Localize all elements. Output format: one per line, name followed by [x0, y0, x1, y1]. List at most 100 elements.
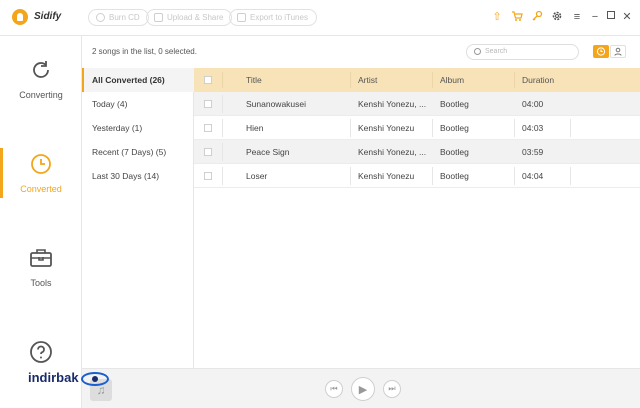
- sidebar-item-converting[interactable]: Converting: [0, 52, 82, 112]
- column-header-artist[interactable]: Artist: [358, 68, 377, 92]
- song-album: Bootleg: [440, 171, 469, 181]
- table-row[interactable]: Loser Kenshi Yonezu Bootleg 04:04: [194, 164, 640, 188]
- cell-divider: [570, 119, 571, 137]
- user-view-button[interactable]: [610, 45, 626, 58]
- burn-cd-label: Burn CD: [109, 13, 140, 22]
- filter-all-converted[interactable]: All Converted (26): [82, 68, 194, 92]
- export-itunes-label: Export to iTunes: [250, 13, 308, 22]
- cell-divider: [222, 119, 223, 137]
- column-divider: [350, 72, 351, 88]
- export-itunes-button[interactable]: Export to iTunes: [229, 9, 317, 26]
- previous-icon: ⏮: [330, 384, 338, 393]
- sidify-logo-icon: [12, 9, 28, 25]
- song-title: Hien: [246, 123, 264, 133]
- gear-icon[interactable]: [550, 10, 564, 24]
- column-divider: [514, 72, 515, 88]
- upload-icon: [154, 13, 163, 22]
- cell-divider: [432, 119, 433, 137]
- column-header-title[interactable]: Title: [246, 68, 262, 92]
- watermark-logo: indirbak: [28, 370, 109, 386]
- song-album: Bootleg: [440, 147, 469, 157]
- minimize-icon[interactable]: −: [588, 10, 602, 24]
- cell-divider: [350, 119, 351, 137]
- column-divider: [432, 72, 433, 88]
- upgrade-arrow-icon[interactable]: ⇧: [490, 10, 504, 24]
- cell-divider: [222, 143, 223, 161]
- song-artist: Kenshi Yonezu: [358, 123, 415, 133]
- row-checkbox[interactable]: [204, 124, 212, 132]
- cell-divider: [514, 167, 515, 185]
- play-button[interactable]: ▶: [351, 377, 375, 401]
- cart-icon[interactable]: [510, 10, 524, 24]
- row-checkbox[interactable]: [204, 100, 212, 108]
- song-album: Bootleg: [440, 99, 469, 109]
- song-artist: Kenshi Yonezu, ...: [358, 147, 427, 157]
- table-row[interactable]: Sunanowakusei Kenshi Yonezu, ... Bootleg…: [194, 92, 640, 116]
- song-album: Bootleg: [440, 123, 469, 133]
- cell-divider: [432, 167, 433, 185]
- filter-last-30-days[interactable]: Last 30 Days (14): [82, 164, 194, 188]
- next-button[interactable]: ⏭: [383, 380, 401, 398]
- sidebar-item-label: Tools: [30, 278, 52, 288]
- song-duration: 04:04: [522, 171, 544, 181]
- search-placeholder: Search: [485, 48, 508, 55]
- history-view-button[interactable]: [593, 45, 609, 58]
- search-input[interactable]: Search: [466, 44, 579, 60]
- filter-yesterday[interactable]: Yesterday (1): [82, 116, 194, 140]
- app-name: Sidify: [34, 11, 62, 22]
- sidebar-item-label: Converted: [20, 184, 62, 194]
- song-artist: Kenshi Yonezu, ...: [358, 99, 427, 109]
- filter-list: All Converted (26) Today (4) Yesterday (…: [82, 68, 194, 368]
- song-artist: Kenshi Yonezu: [358, 171, 415, 181]
- table-row[interactable]: Hien Kenshi Yonezu Bootleg 04:03: [194, 116, 640, 140]
- maximize-icon[interactable]: [604, 10, 618, 24]
- songs-table: Title Artist Album Duration Sunanowakuse…: [194, 68, 640, 368]
- song-title: Peace Sign: [246, 147, 290, 157]
- next-icon: ⏭: [388, 384, 396, 393]
- previous-button[interactable]: ⏮: [325, 380, 343, 398]
- song-title: Sunanowakusei: [246, 99, 307, 109]
- select-all-checkbox[interactable]: [204, 76, 212, 84]
- title-bar: Sidify Burn CD Upload & Share Export to …: [0, 0, 640, 36]
- row-checkbox[interactable]: [204, 148, 212, 156]
- cell-divider: [350, 167, 351, 185]
- song-duration: 04:00: [522, 99, 544, 109]
- search-icon: [474, 48, 481, 55]
- cell-divider: [222, 167, 223, 185]
- cell-divider: [570, 167, 571, 185]
- column-header-duration[interactable]: Duration: [522, 68, 554, 92]
- export-icon: [237, 13, 246, 22]
- upload-share-button[interactable]: Upload & Share: [146, 9, 233, 26]
- song-count-text: 2 songs in the list, 0 selected.: [92, 47, 197, 56]
- menu-icon[interactable]: ≡: [570, 10, 584, 24]
- burn-cd-button[interactable]: Burn CD: [88, 9, 149, 26]
- filter-recent-7-days[interactable]: Recent (7 Days) (5): [82, 140, 194, 164]
- upload-share-label: Upload & Share: [167, 13, 224, 22]
- disc-icon: [96, 13, 105, 22]
- column-divider: [222, 72, 223, 88]
- filter-today[interactable]: Today (4): [82, 92, 194, 116]
- eye-logo-icon: [80, 371, 109, 386]
- sidebar-item-label: Converting: [19, 90, 63, 100]
- song-duration: 04:03: [522, 123, 544, 133]
- toolbox-icon: [30, 249, 52, 267]
- sidebar-item-tools[interactable]: Tools: [0, 240, 82, 300]
- sidebar-item-converted[interactable]: Converted: [0, 146, 82, 206]
- column-header-album[interactable]: Album: [440, 68, 464, 92]
- close-icon[interactable]: ✕: [620, 10, 634, 24]
- list-info-bar: 2 songs in the list, 0 selected. Search: [82, 36, 640, 68]
- cell-divider: [514, 119, 515, 137]
- refresh-icon: [33, 61, 49, 78]
- row-checkbox[interactable]: [204, 172, 212, 180]
- cell-divider: [222, 95, 223, 113]
- player-bar: ♫ ⏮ ▶ ⏭: [82, 368, 640, 408]
- play-icon: ▶: [358, 384, 368, 396]
- window-controls: ⇧ ≡ − ✕: [490, 10, 632, 26]
- song-duration: 03:59: [522, 147, 544, 157]
- help-icon: [30, 341, 52, 363]
- user-icon: [614, 47, 622, 56]
- table-row[interactable]: Peace Sign Kenshi Yonezu, ... Bootleg 03…: [194, 140, 640, 164]
- table-header: Title Artist Album Duration: [194, 68, 640, 92]
- song-title: Loser: [246, 171, 268, 181]
- key-icon[interactable]: [530, 10, 544, 24]
